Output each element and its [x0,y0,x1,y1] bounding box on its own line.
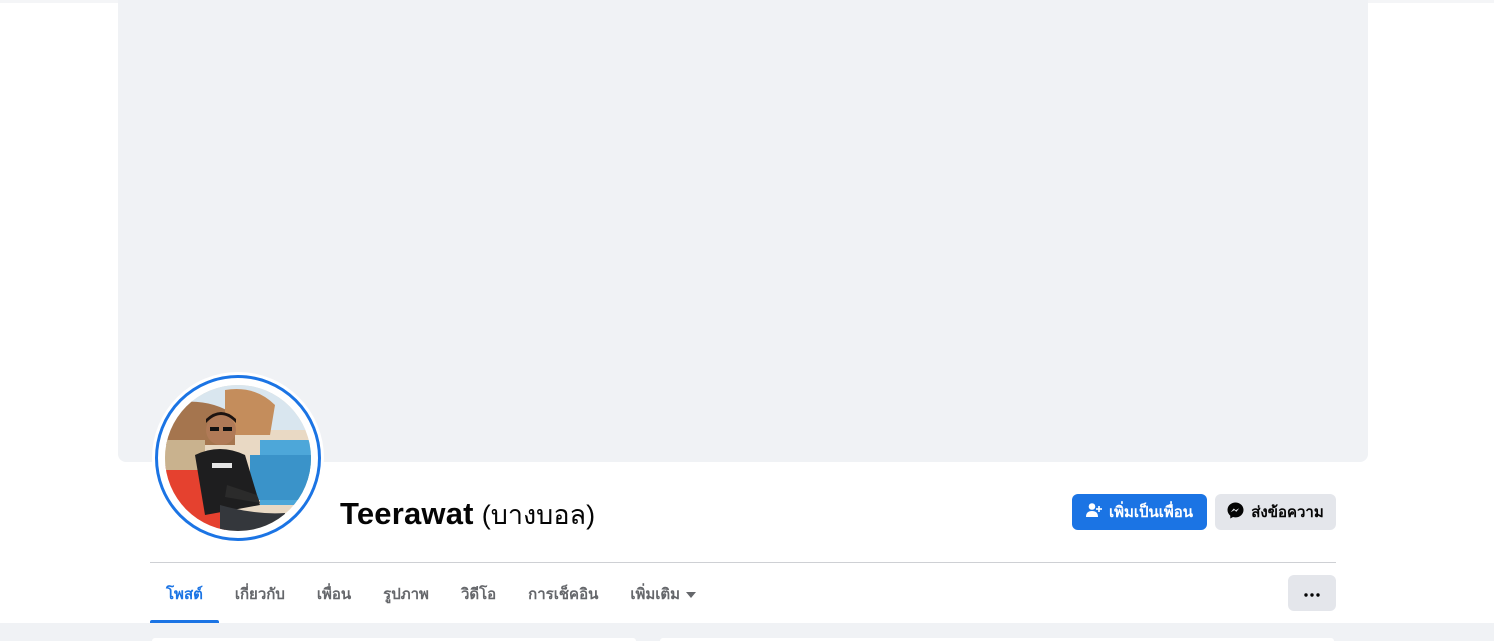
tab-more[interactable]: เพิ่มเติม [614,564,712,623]
avatar[interactable] [165,385,311,531]
caret-down-icon [686,585,697,602]
profile-name-row: Teerawat (บางบอล) [340,493,595,533]
story-ring [155,375,321,541]
divider [150,562,1336,563]
profile-name: Teerawat [340,496,474,531]
add-friend-button[interactable]: เพิ่มเป็นเพื่อน [1072,494,1207,530]
tab-label: โพสต์ [166,585,203,603]
message-button[interactable]: ส่งข้อความ [1215,494,1336,530]
profile-alternate-name: (บางบอล) [481,500,596,530]
tab-label: เพิ่มเติม [630,585,681,603]
tab-label: การเช็คอิน [528,585,599,603]
profile-picture[interactable] [152,372,324,544]
avatar-photo [165,385,311,531]
message-label: ส่งข้อความ [1251,504,1324,521]
profile-tabs: โพสต์ เกี่ยวกับ เพื่อน รูปภาพ วิดีโอ การ… [150,564,712,623]
person-add-icon [1085,502,1102,522]
tab-label: วิดีโอ [460,585,497,603]
messenger-icon [1227,502,1244,523]
tab-label: เพื่อน [316,585,352,603]
cover-photo-placeholder[interactable] [118,0,1368,462]
tab-label: รูปภาพ [383,585,429,603]
tab-label: เกี่ยวกับ [234,585,285,603]
tab-videos[interactable]: วิดีโอ [445,564,512,623]
add-friend-label: เพิ่มเป็นเพื่อน [1108,504,1194,521]
tab-friends[interactable]: เพื่อน [301,564,367,623]
ellipsis-icon [1304,584,1320,602]
more-options-button[interactable] [1288,575,1336,611]
tab-photos[interactable]: รูปภาพ [367,564,445,623]
tab-posts[interactable]: โพสต์ [150,564,219,623]
tab-about[interactable]: เกี่ยวกับ [219,564,301,623]
tab-check-ins[interactable]: การเช็คอิน [512,564,614,623]
